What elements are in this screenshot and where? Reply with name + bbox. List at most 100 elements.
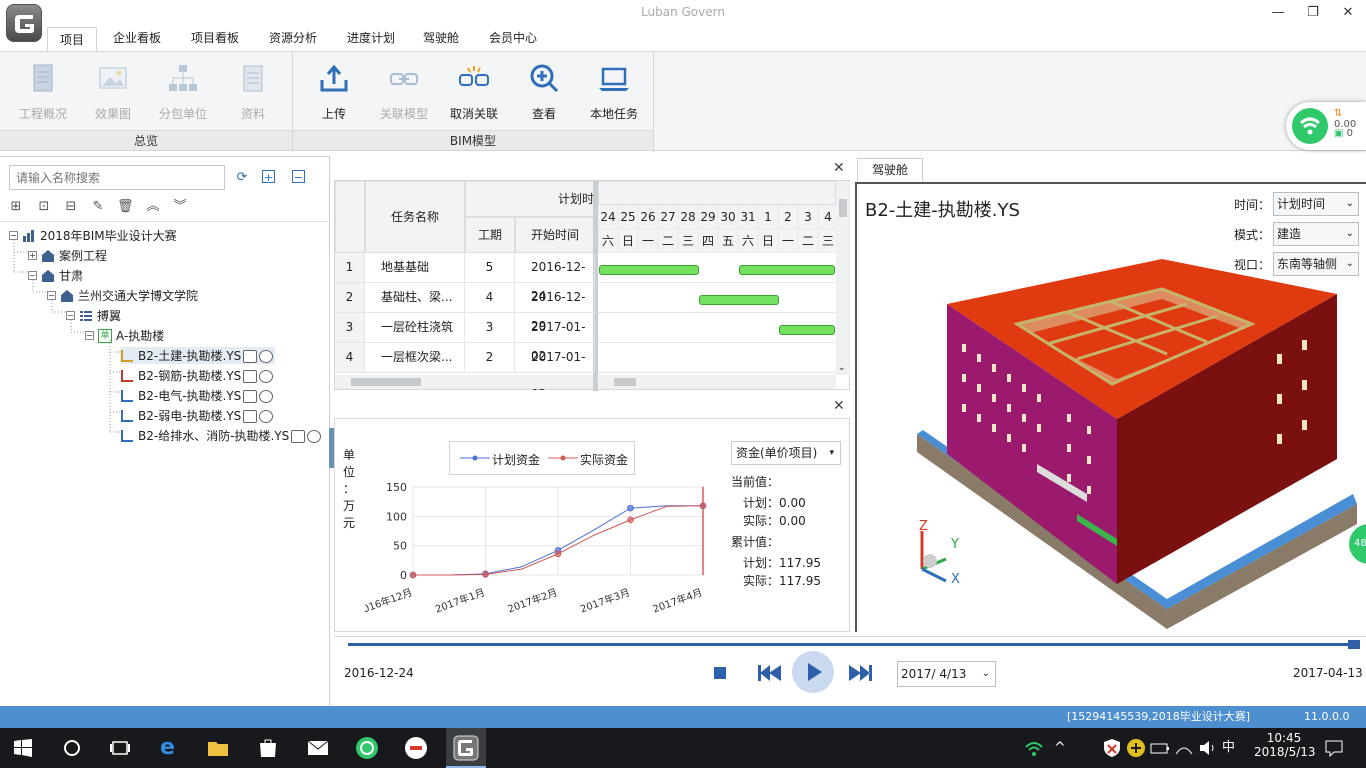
project-overview-button[interactable]: 工程概况 [11, 60, 75, 122]
notification-icon[interactable] [1322, 736, 1346, 760]
battery-icon[interactable] [1148, 736, 1172, 760]
upload-button[interactable]: 上传 [302, 60, 366, 122]
volume-icon[interactable] [1196, 736, 1220, 760]
tab-enterprise-board[interactable]: 企业看板 [101, 26, 173, 52]
fund-type-select[interactable]: 资金(单价项目) ▾ [731, 441, 841, 465]
tab-cockpit[interactable]: 驾驶舱 [411, 26, 471, 52]
view-button[interactable]: 查看 [512, 60, 576, 122]
luban-govern-taskbar-button[interactable] [446, 728, 486, 768]
y-tick-label: 50 [393, 540, 407, 553]
render-button[interactable]: 效果图 [81, 60, 145, 122]
tab-member-center[interactable]: 会员中心 [477, 26, 549, 52]
restore-button[interactable]: ❐ [1301, 4, 1325, 22]
col-task-name[interactable]: 任务名称 [365, 181, 465, 253]
building-3d-model [917, 259, 1357, 629]
documents-button[interactable]: 资料 [221, 60, 285, 122]
timeline-slider-thumb[interactable] [1348, 640, 1360, 649]
local-task-label: 本地任务 [589, 107, 638, 121]
clock[interactable]: 10:45 2018/5/13 [1254, 731, 1316, 759]
mail-icon[interactable] [306, 736, 330, 760]
gantt-row-start[interactable]: 2017-01-05 [515, 343, 595, 393]
y-tick-label: 0 [400, 569, 407, 582]
gantt-day: 31 [738, 205, 758, 229]
task-view-icon[interactable] [108, 736, 132, 760]
red-app-icon[interactable] [404, 736, 428, 760]
local-task-button[interactable]: 本地任务 [582, 60, 646, 122]
funds-line-chart: 0 50 100 150 2016年12月 2017年1月 2017年2月 2017年3月 20… [365, 481, 707, 618]
green-app-icon[interactable] [355, 736, 379, 760]
close-window-button[interactable]: ✕ [1336, 4, 1360, 22]
chevron-up-icon[interactable]: ^ [1054, 736, 1078, 760]
search-icon[interactable] [60, 736, 84, 760]
col-start[interactable]: 开始时间 [515, 217, 595, 253]
gantt-row-duration[interactable]: 5 [465, 253, 515, 283]
gantt-day: 27 [658, 205, 678, 229]
network-widget[interactable]: ⇅ 0.00 ▣ 0 [1286, 102, 1366, 150]
tab-schedule[interactable]: 进度计划 [335, 26, 407, 52]
gantt-bar-2[interactable] [699, 295, 779, 305]
close-gantt-icon[interactable]: ✕ [833, 160, 845, 176]
gantt-weekday: 日 [758, 229, 778, 253]
previous-button[interactable] [756, 664, 782, 682]
gantt-row-duration[interactable]: 2 [465, 343, 515, 373]
gantt-row-task[interactable]: 地基基础 [365, 253, 465, 283]
unlink-icon [459, 66, 489, 86]
gantt-hscroll-left[interactable] [335, 375, 593, 389]
timeline-panel: 2016-12-24 2017-04-13 2017/ 4/13 ⌄ [334, 636, 1366, 706]
gantt-row-start[interactable]: 2017-01-02 [515, 313, 595, 363]
gantt-weekday: 日 [618, 229, 638, 253]
date-picker[interactable]: 2017/ 4/13 ⌄ [897, 661, 996, 687]
gantt-weekday: 六 [598, 229, 618, 253]
gantt-row-number[interactable]: 3 [335, 313, 365, 343]
ime-indicator[interactable]: 中 [1222, 736, 1246, 760]
store-icon[interactable] [256, 736, 280, 760]
close-chart-icon[interactable]: ✕ [833, 398, 845, 414]
mode-select-value: 建造 [1277, 227, 1302, 241]
gantt-vscroll[interactable]: ⌄ [836, 181, 850, 375]
tab-cockpit-view[interactable]: 驾驶舱 [857, 158, 923, 182]
wifi-tray-icon[interactable] [1022, 736, 1046, 760]
gantt-row-duration[interactable]: 4 [465, 283, 515, 313]
timeline-slider[interactable] [348, 643, 1360, 646]
gantt-bar-1b[interactable] [739, 265, 835, 275]
gantt-day: 24 [598, 205, 618, 229]
time-label: 时间： [1234, 198, 1271, 212]
gantt-row-duration[interactable]: 3 [465, 313, 515, 343]
file-explorer-icon[interactable] [206, 736, 230, 760]
gantt-row-start[interactable]: 2016-12-29 [515, 283, 595, 333]
gantt-row-number[interactable]: 1 [335, 253, 365, 283]
axis-x-label: X [951, 572, 960, 587]
tab-resource-analysis[interactable]: 资源分析 [257, 26, 329, 52]
gantt-row-task[interactable]: 一层框次梁... [365, 343, 465, 373]
subcontract-button[interactable]: 分包单位 [151, 60, 215, 122]
time-select[interactable]: 计划时间 ⌄ [1273, 192, 1359, 216]
status-version: 11.0.0.0 [1304, 710, 1350, 723]
col-duration[interactable]: 工期 [465, 217, 515, 253]
gantt-row-number[interactable]: 4 [335, 343, 365, 373]
unlink-button[interactable]: 取消关联 [442, 60, 506, 122]
stop-button[interactable] [714, 667, 726, 679]
plus-tray-icon[interactable] [1124, 736, 1148, 760]
gantt-hscroll-right[interactable] [598, 375, 836, 389]
next-button[interactable] [848, 664, 874, 682]
mode-select[interactable]: 建造 ⌄ [1273, 222, 1359, 246]
gantt-row-task[interactable]: 一层砼柱浇筑 [365, 313, 465, 343]
play-button[interactable] [792, 651, 834, 693]
gantt-bar-3[interactable] [779, 325, 835, 335]
windows-start-icon[interactable] [14, 739, 38, 763]
lock-icon: ▣ [1334, 128, 1344, 139]
security-icon[interactable] [1100, 736, 1124, 760]
edge-browser-icon[interactable]: e [160, 736, 184, 760]
gantt-row-task[interactable]: 基础柱、梁... [365, 283, 465, 313]
model-viewer[interactable]: B2-土建-执勘楼.YS 时间： 计划时间 ⌄ 模式： 建造 ⌄ 视口： 东南等轴侧… [855, 182, 1366, 632]
gantt-row-number[interactable]: 2 [335, 283, 365, 313]
link-model-button[interactable]: 关联模型 [372, 60, 436, 122]
gantt-row-start[interactable]: 2016-12-24 [515, 253, 595, 303]
network-tray-icon[interactable] [1172, 736, 1196, 760]
tab-project[interactable]: 项目 [47, 27, 98, 53]
gantt-bar-1[interactable] [599, 265, 699, 275]
unlink-label: 取消关联 [449, 107, 498, 121]
minimize-button[interactable]: — [1266, 4, 1290, 22]
tab-project-board[interactable]: 项目看板 [179, 26, 251, 52]
current-value-label: 当前值： [731, 475, 780, 489]
